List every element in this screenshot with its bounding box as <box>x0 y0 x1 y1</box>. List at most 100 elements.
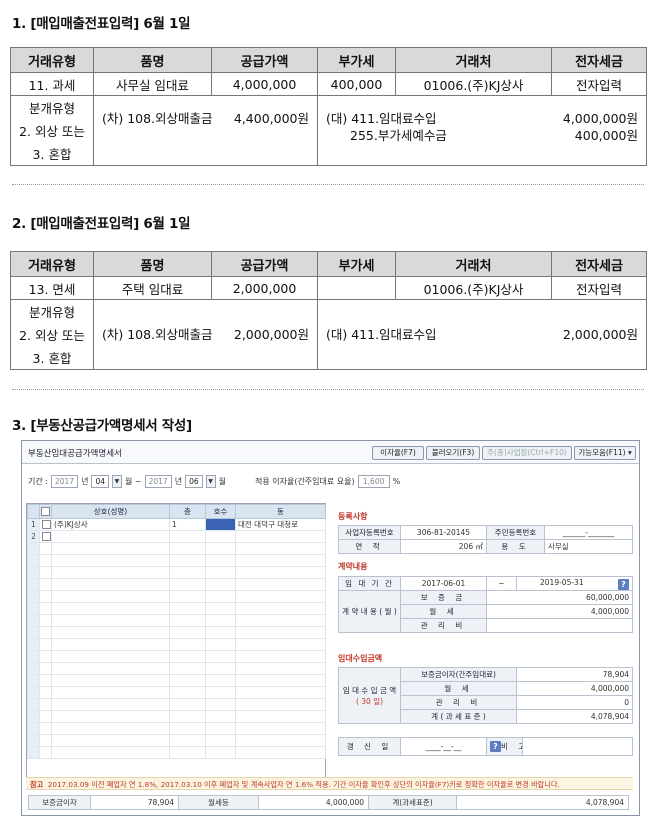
help-icon[interactable]: ? <box>618 578 629 590</box>
monthly-field[interactable]: 4,000,000 <box>486 604 633 619</box>
debit-amount: 2,000,000원 <box>233 327 309 342</box>
credit-entry: (대) 411.임대료수입 4,000,000원 255.부가세예수금 400,00… <box>317 95 647 166</box>
header-vat: 부가세 <box>317 47 396 73</box>
lease-end-value: 2019-05-31 <box>540 577 584 587</box>
row-checkbox[interactable] <box>39 518 52 531</box>
use-label: 용 도 <box>486 539 545 554</box>
cell-partner: 01006.(주)KJ상사 <box>395 72 552 96</box>
table-header-row: 거래유형 품명 공급가액 부가세 거래처 전자세금 <box>10 251 647 277</box>
mgmt-field[interactable] <box>486 618 633 633</box>
income-total-field[interactable]: 4,078,904 <box>516 709 634 724</box>
row-checkbox[interactable] <box>39 530 52 543</box>
resno-label: 주민등록번호 <box>486 525 545 540</box>
to-year-field[interactable]: 2017 <box>144 475 172 488</box>
totals-bar: 보증금이자 78,904 월세등 4,000,000 계(과세표준) 4,078… <box>28 795 629 810</box>
renew-table: 갱 신 일 ____-__-__ ?비 고 <box>338 737 633 756</box>
income-monthly-field[interactable]: 4,000,000 <box>516 681 634 696</box>
help-icon[interactable]: ? <box>490 741 501 752</box>
chevron-down-icon[interactable]: ▼ <box>205 475 216 488</box>
function-menu-button[interactable]: 기능모음(F11) ▾ <box>574 446 636 460</box>
table-row[interactable]: 2 <box>27 530 326 543</box>
interest-rate-button[interactable]: 이자율(F7) <box>372 446 424 460</box>
table-row: 11. 과세 사무실 임대료 4,000,000 400,000 01006.(… <box>10 72 647 96</box>
journal-type-option: 3. 혼합 <box>10 346 94 370</box>
credit-account: (대) 411.임대료수입 <box>326 111 437 126</box>
rate-label: 적용 이자율(간주임대료 요율) <box>254 477 355 486</box>
from-year-field[interactable]: 2017 <box>50 475 79 488</box>
notice-label: 참고 <box>30 780 44 789</box>
cell-etax: 전자입력 <box>551 276 647 300</box>
cell-dong[interactable] <box>235 530 326 543</box>
lease-end-field[interactable]: 2019-05-31? <box>516 576 633 591</box>
income-total-label: 계 ( 과 세 표 준 ) <box>399 709 518 724</box>
header-etax: 전자세금 <box>551 47 647 73</box>
branch-button[interactable]: 주(종)사업장(Ctrl+F10) <box>482 446 572 460</box>
window-header: 부동산임대공급가액명세서 이자율(F7) 불러오기(F3) 주(종)사업장(Ct… <box>22 441 639 464</box>
renew-field[interactable]: ____-__-__ <box>400 737 487 756</box>
mgmt-label: 관 리 비 <box>400 618 487 633</box>
notice-bar: 참고 2017.03.09 이전 폐업자 연 1.8%, 2017.03.10 … <box>26 777 633 790</box>
divider <box>12 184 644 185</box>
debit-entry: (차) 108.외상매출금 2,000,000원 <box>93 299 318 370</box>
lease-period-label: 임 대 기 간 <box>338 576 401 591</box>
select-all-checkbox[interactable] <box>39 504 52 519</box>
cell-room[interactable] <box>205 518 236 531</box>
header-type: 거래유형 <box>10 47 94 73</box>
debit-account: (차) 108.외상매출금 <box>102 327 213 342</box>
cell-item: 주택 임대료 <box>93 276 212 300</box>
cell-dong[interactable]: 대전 대덕구 대청로 <box>235 518 326 531</box>
cell-name[interactable]: (주)KJ상사 <box>51 518 170 531</box>
note-field[interactable] <box>522 737 633 756</box>
divider <box>12 389 644 390</box>
reg-table: 사업자등록번호 306-81-20145 주민등록번호 ______-_____… <box>338 525 633 554</box>
debit-account: (차) 108.외상매출금 <box>102 111 213 126</box>
year-suffix: 년 <box>81 477 89 486</box>
cell-vat <box>317 276 396 300</box>
income-title: 임대수입금액 <box>338 654 383 663</box>
contract-content-label: 계 약 내 용 ( 월 ) <box>338 590 401 633</box>
use-field[interactable]: 사무실 <box>544 539 633 554</box>
deposit-field[interactable]: 60,000,000 <box>486 590 633 605</box>
income-mgmt-field[interactable]: 0 <box>516 695 634 710</box>
year-suffix: 년 <box>174 477 183 486</box>
to-month-field[interactable]: 06 <box>185 475 203 488</box>
header-name: 상호(성명) <box>51 504 170 519</box>
table-row: 13. 면세 주택 임대료 2,000,000 01006.(주)KJ상사 전자… <box>10 276 647 300</box>
cell-floor[interactable]: 1 <box>169 518 206 531</box>
credit-account: 255.부가세예수금 <box>350 128 447 143</box>
area-field[interactable]: 206 ㎡ <box>400 539 487 554</box>
header-dong: 동 <box>235 504 326 519</box>
cell-name[interactable] <box>51 530 170 543</box>
load-button[interactable]: 불러오기(F3) <box>426 446 480 460</box>
monthly-label: 월 세 <box>400 604 487 619</box>
software-window: 부동산임대공급가액명세서 이자율(F7) 불러오기(F3) 주(종)사업장(Ct… <box>21 440 640 816</box>
resno-field[interactable]: ______-_______ <box>544 525 633 540</box>
rate-field[interactable]: 1,600 <box>357 475 390 488</box>
journal-type-label: 분개유형 <box>10 95 94 119</box>
section3-title: 3. [부동산공급가액명세서 작성] <box>12 418 192 434</box>
lease-start-field[interactable]: 2017-06-01 <box>400 576 487 591</box>
income-days: ( 30 일) <box>355 696 384 706</box>
journal-type-option: 3. 혼합 <box>10 142 94 166</box>
bizno-field[interactable]: 306-81-20145 <box>400 525 487 540</box>
credit-amount: 400,000원 <box>574 128 638 143</box>
cell-floor[interactable] <box>169 530 206 543</box>
month-suffix: 월 <box>218 477 226 486</box>
credit-amount: 4,000,000원 <box>562 111 638 126</box>
chevron-down-icon[interactable]: ▼ <box>111 475 122 488</box>
table-row[interactable]: 1 (주)KJ상사 1 대전 대덕구 대청로 <box>27 518 326 531</box>
contract-table: 임 대 기 간 2017-06-01 ~ 2019-05-31? 계 약 내 용… <box>338 576 633 633</box>
from-month-field[interactable]: 04 <box>91 475 109 488</box>
cell-room[interactable] <box>205 530 236 543</box>
lessee-grid: 상호(성명) 층 호수 동 1 (주)KJ상사 1 대전 대덕구 대청로 2 <box>26 503 326 785</box>
header-item: 품명 <box>93 251 212 277</box>
debit-amount: 4,400,000원 <box>233 111 309 126</box>
interest-field[interactable]: 78,904 <box>516 667 634 682</box>
cell-supply: 2,000,000 <box>211 276 318 300</box>
area-value: 206 <box>458 542 474 551</box>
cell-vat: 400,000 <box>317 72 396 96</box>
income-side-text: 임 대 수 입 금 액 <box>342 685 397 695</box>
income-table: 임 대 수 입 금 액( 30 일) 보증금이자(간주임대료) 78,904 월… <box>338 667 634 724</box>
income-side-label: 임 대 수 입 금 액( 30 일) <box>338 667 401 724</box>
window-title: 부동산임대공급가액명세서 <box>28 449 122 459</box>
